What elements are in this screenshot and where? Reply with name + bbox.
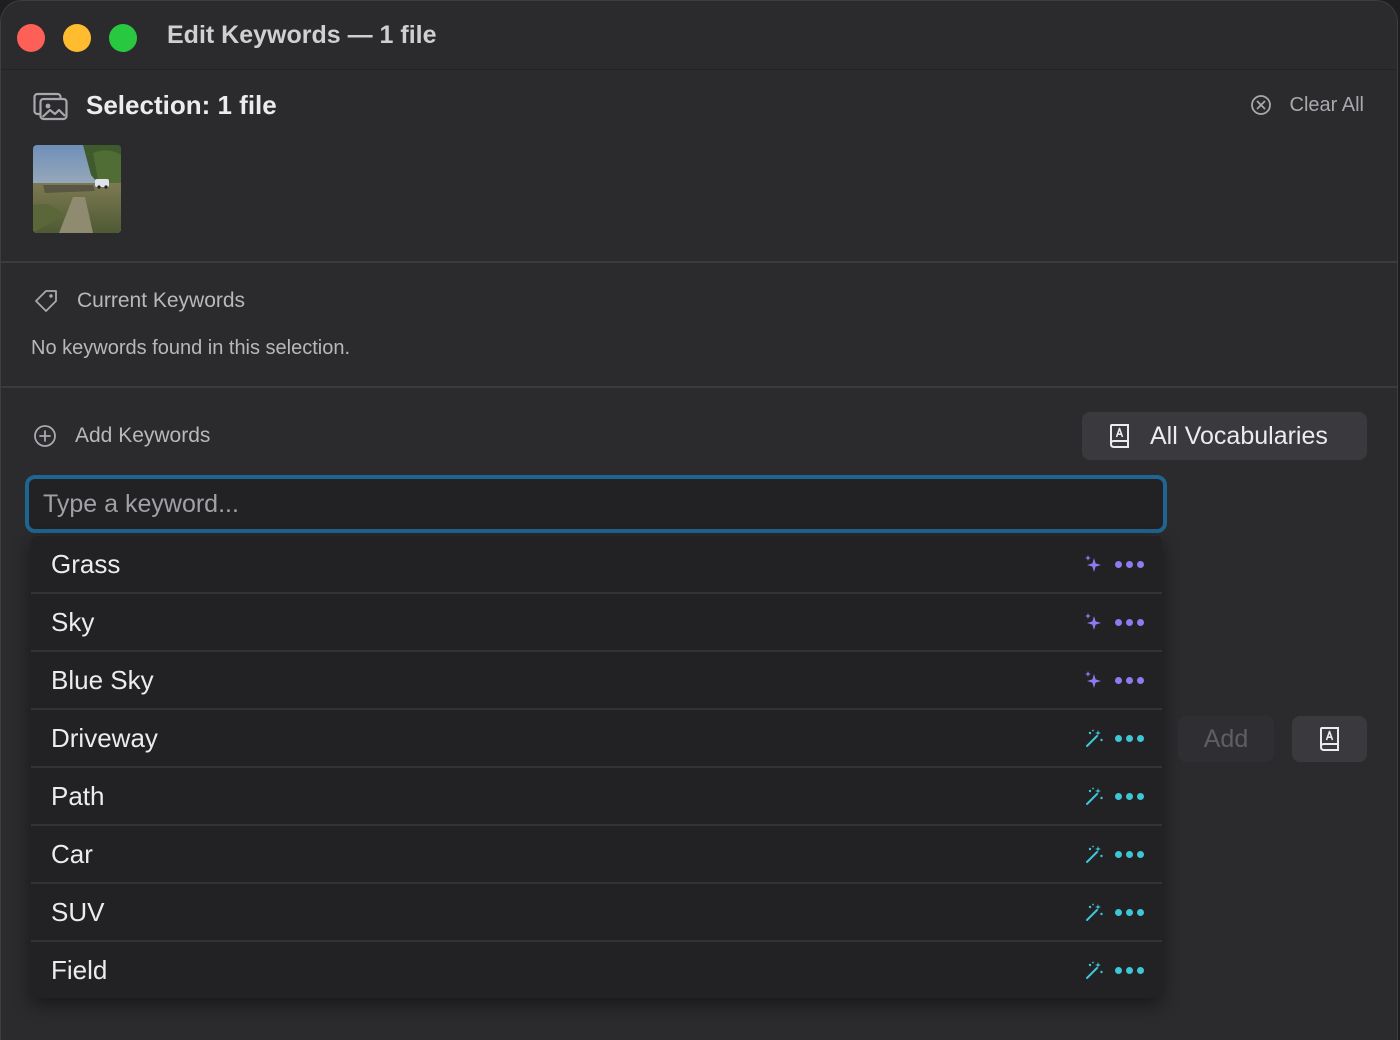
suggestion-actions xyxy=(1083,959,1144,981)
title-bar: Edit Keywords — 1 file xyxy=(1,1,1397,70)
magic-wand-icon xyxy=(1086,903,1103,921)
keyword-suggestion-label: Sky xyxy=(51,606,95,637)
all-vocabularies-button[interactable]: All Vocabularies xyxy=(1082,412,1367,460)
section-divider xyxy=(1,386,1397,388)
magic-wand-icon xyxy=(1086,961,1103,979)
section-divider xyxy=(1,261,1397,263)
suggestion-actions xyxy=(1083,553,1144,575)
keyword-suggestion-row[interactable]: SUV xyxy=(31,884,1162,942)
sparkles-icon xyxy=(1085,671,1101,688)
keyword-suggestion-row[interactable]: Field xyxy=(31,942,1162,998)
sparkles-icon xyxy=(1085,555,1101,572)
photo-thumbnail[interactable] xyxy=(33,145,121,233)
suggestion-actions xyxy=(1083,669,1144,691)
no-keywords-message: No keywords found in this selection. xyxy=(31,337,351,359)
more-options-icon[interactable] xyxy=(1115,734,1144,742)
suggestion-actions xyxy=(1083,611,1144,633)
keyword-suggestion-row[interactable]: Sky xyxy=(31,594,1162,652)
magic-wand-icon xyxy=(1086,729,1103,747)
keyword-suggestion-label: SUV xyxy=(51,896,105,927)
more-options-icon[interactable] xyxy=(1115,792,1144,800)
close-window-button[interactable] xyxy=(17,24,45,52)
selection-title: Selection: 1 file xyxy=(86,90,277,120)
keyword-suggestion-label: Blue Sky xyxy=(51,664,154,695)
all-vocabularies-label: All Vocabularies xyxy=(1150,421,1328,450)
more-options-icon[interactable] xyxy=(1115,676,1144,684)
suggestion-actions xyxy=(1083,843,1144,865)
add-keywords-header: Add Keywords xyxy=(33,424,210,448)
vocabulary-book-icon xyxy=(1110,424,1129,448)
add-keywords-label: Add Keywords xyxy=(75,424,211,447)
keyword-suggestion-label: Path xyxy=(51,780,105,811)
edit-keywords-window: Edit Keywords — 1 file Selection: 1 file… xyxy=(0,0,1398,1040)
clear-all-button[interactable]: Clear All xyxy=(1250,93,1364,117)
window-title: Edit Keywords — 1 file xyxy=(167,21,437,49)
clear-circle-x-icon xyxy=(1250,95,1271,115)
magic-wand-icon xyxy=(1086,787,1103,805)
current-keywords-label: Current Keywords xyxy=(77,289,246,312)
keyword-suggestion-row[interactable]: Driveway xyxy=(31,710,1162,768)
magic-wand-icon xyxy=(1086,845,1103,863)
keyword-suggestion-label: Grass xyxy=(51,548,121,579)
suggestion-actions xyxy=(1083,785,1144,807)
landscape-photo-image xyxy=(33,145,121,233)
current-keywords-header: Current Keywords xyxy=(33,288,245,314)
vocabulary-picker-button[interactable] xyxy=(1292,716,1367,762)
keyword-suggestion-label: Field xyxy=(51,954,108,985)
more-options-icon[interactable] xyxy=(1115,560,1144,568)
keyword-input[interactable] xyxy=(29,479,1163,529)
keyword-suggestion-row[interactable]: Grass xyxy=(31,536,1162,594)
photos-stack-icon xyxy=(33,92,68,121)
more-options-icon[interactable] xyxy=(1115,966,1144,974)
keyword-suggestion-row[interactable]: Car xyxy=(31,826,1162,884)
plus-circle-icon xyxy=(34,425,56,447)
clear-all-label: Clear All xyxy=(1289,93,1364,116)
suggestion-actions xyxy=(1083,727,1144,749)
more-options-icon[interactable] xyxy=(1115,908,1144,916)
keyword-suggestion-label: Car xyxy=(51,838,93,869)
minimize-window-button[interactable] xyxy=(63,24,91,52)
zoom-window-button[interactable] xyxy=(109,24,137,52)
keyword-suggestion-label: Driveway xyxy=(51,722,158,753)
more-options-icon[interactable] xyxy=(1115,618,1144,626)
keyword-suggestion-row[interactable]: Blue Sky xyxy=(31,652,1162,710)
keyword-suggestions-list: Grass Sky Blue Sky Driveway Path Car SUV Field xyxy=(31,536,1162,998)
keyword-input-container xyxy=(25,475,1167,533)
keyword-suggestion-row[interactable]: Path xyxy=(31,768,1162,826)
more-options-icon[interactable] xyxy=(1115,850,1144,858)
add-keyword-button[interactable]: Add xyxy=(1178,716,1274,762)
suggestion-actions xyxy=(1083,901,1144,923)
sparkles-icon xyxy=(1085,613,1101,630)
tag-icon xyxy=(35,290,57,312)
vocabulary-book-icon xyxy=(1319,727,1339,751)
